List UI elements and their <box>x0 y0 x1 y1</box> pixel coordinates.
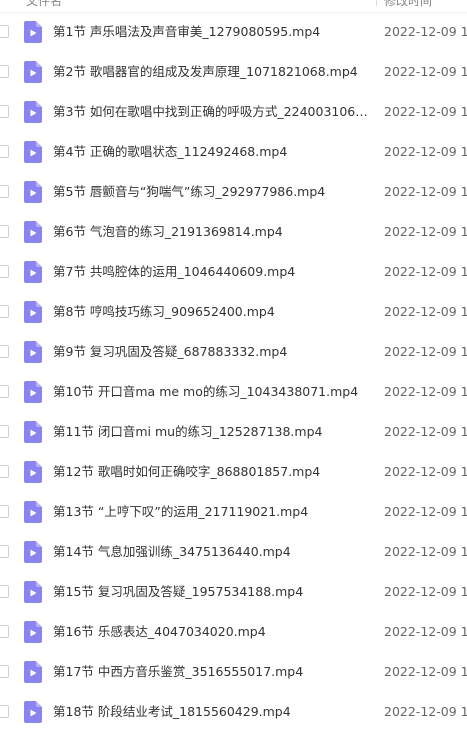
file-modified-date: 2022-12-09 10 <box>384 624 467 639</box>
video-file-icon <box>24 381 42 403</box>
file-row[interactable]: 第13节 “上哼下叹”的运用_217119021.mp4 2022-12-09 1… <box>0 492 467 532</box>
video-file-icon <box>24 541 42 563</box>
file-row[interactable]: 第12节 歌唱时如何正确咬字_868801857.mp4 2022-12-09 1… <box>0 452 467 492</box>
file-name[interactable]: 第17节 中西方音乐鉴赏_3516555017.mp4 <box>53 664 371 680</box>
file-name[interactable]: 第2节 歌唱器官的组成及发声原理_1071821068.mp4 <box>53 64 371 80</box>
video-file-icon <box>24 701 42 723</box>
row-checkbox[interactable] <box>0 505 9 518</box>
row-checkbox[interactable] <box>0 545 9 558</box>
file-list: 第1节 声乐唱法及声音审美_1279080595.mp4 2022-12-09 1… <box>0 12 467 732</box>
file-modified-date: 2022-12-09 10 <box>384 704 467 719</box>
file-row[interactable]: 第5节 唇颤音与“狗喘气”练习_292977986.mp4 2022-12-09 … <box>0 172 467 212</box>
column-header-name[interactable]: 文件名 <box>26 0 62 9</box>
file-name[interactable]: 第13节 “上哼下叹”的运用_217119021.mp4 <box>53 504 371 520</box>
video-file-icon <box>24 461 42 483</box>
column-header-modified[interactable]: 修改时间 <box>384 0 432 9</box>
video-file-icon <box>24 301 42 323</box>
row-checkbox[interactable] <box>0 145 9 158</box>
file-name[interactable]: 第15节 复习巩固及答疑_1957534188.mp4 <box>53 584 371 600</box>
file-modified-date: 2022-12-09 10 <box>384 144 467 159</box>
file-row[interactable]: 第2节 歌唱器官的组成及发声原理_1071821068.mp4 2022-12-0… <box>0 52 467 92</box>
row-checkbox[interactable] <box>0 25 9 38</box>
row-checkbox[interactable] <box>0 185 9 198</box>
video-file-icon <box>24 501 42 523</box>
file-name[interactable]: 第14节 气息加强训练_3475136440.mp4 <box>53 544 371 560</box>
row-checkbox[interactable] <box>0 305 9 318</box>
file-modified-date: 2022-12-09 10 <box>384 424 467 439</box>
file-row[interactable]: 第1节 声乐唱法及声音审美_1279080595.mp4 2022-12-09 1… <box>0 12 467 52</box>
row-checkbox[interactable] <box>0 665 9 678</box>
file-name[interactable]: 第11节 闭口音mi mu的练习_125287138.mp4 <box>53 424 371 440</box>
file-row[interactable]: 第18节 阶段结业考试_1815560429.mp4 2022-12-09 10 <box>0 692 467 732</box>
file-name[interactable]: 第1节 声乐唱法及声音审美_1279080595.mp4 <box>53 24 371 40</box>
file-modified-date: 2022-12-09 10 <box>384 664 467 679</box>
video-file-icon <box>24 261 42 283</box>
file-name[interactable]: 第18节 阶段结业考试_1815560429.mp4 <box>53 704 371 720</box>
row-checkbox[interactable] <box>0 465 9 478</box>
file-row[interactable]: 第3节 如何在歌唱中找到正确的呼吸方式_2240031067.m... 2022-… <box>0 92 467 132</box>
file-row[interactable]: 第10节 开口音ma me mo的练习_1043438071.mp4 2022-1… <box>0 372 467 412</box>
file-modified-date: 2022-12-09 10 <box>384 104 467 119</box>
file-modified-date: 2022-12-09 10 <box>384 224 467 239</box>
file-row[interactable]: 第7节 共鸣腔体的运用_1046440609.mp4 2022-12-09 10 <box>0 252 467 292</box>
file-row[interactable]: 第15节 复习巩固及答疑_1957534188.mp4 2022-12-09 10 <box>0 572 467 612</box>
video-file-icon <box>24 581 42 603</box>
file-row[interactable]: 第4节 正确的歌唱状态_112492468.mp4 2022-12-09 10 <box>0 132 467 172</box>
file-row[interactable]: 第6节 气泡音的练习_2191369814.mp4 2022-12-09 10 <box>0 212 467 252</box>
video-file-icon <box>24 101 42 123</box>
video-file-icon <box>24 21 42 43</box>
file-name[interactable]: 第10节 开口音ma me mo的练习_1043438071.mp4 <box>53 384 371 400</box>
video-file-icon <box>24 61 42 83</box>
file-row[interactable]: 第9节 复习巩固及答疑_687883332.mp4 2022-12-09 10 <box>0 332 467 372</box>
row-checkbox[interactable] <box>0 105 9 118</box>
video-file-icon <box>24 141 42 163</box>
row-checkbox[interactable] <box>0 385 9 398</box>
file-modified-date: 2022-12-09 10 <box>384 464 467 479</box>
file-name[interactable]: 第9节 复习巩固及答疑_687883332.mp4 <box>53 344 371 360</box>
file-name[interactable]: 第16节 乐感表达_4047034020.mp4 <box>53 624 371 640</box>
file-name[interactable]: 第8节 哼鸣技巧练习_909652400.mp4 <box>53 304 371 320</box>
row-checkbox[interactable] <box>0 265 9 278</box>
file-modified-date: 2022-12-09 10 <box>384 504 467 519</box>
file-modified-date: 2022-12-09 10 <box>384 184 467 199</box>
video-file-icon <box>24 221 42 243</box>
video-file-icon <box>24 621 42 643</box>
file-name[interactable]: 第6节 气泡音的练习_2191369814.mp4 <box>53 224 371 240</box>
file-modified-date: 2022-12-09 10 <box>384 264 467 279</box>
file-name[interactable]: 第3节 如何在歌唱中找到正确的呼吸方式_2240031067.m... <box>53 104 371 120</box>
file-modified-date: 2022-12-09 10 <box>384 544 467 559</box>
file-modified-date: 2022-12-09 10 <box>384 24 467 39</box>
row-checkbox[interactable] <box>0 345 9 358</box>
column-divider[interactable] <box>376 0 377 6</box>
file-name[interactable]: 第12节 歌唱时如何正确咬字_868801857.mp4 <box>53 464 371 480</box>
file-modified-date: 2022-12-09 10 <box>384 384 467 399</box>
row-checkbox[interactable] <box>0 225 9 238</box>
file-row[interactable]: 第14节 气息加强训练_3475136440.mp4 2022-12-09 10 <box>0 532 467 572</box>
file-row[interactable]: 第11节 闭口音mi mu的练习_125287138.mp4 2022-12-09… <box>0 412 467 452</box>
file-name[interactable]: 第5节 唇颤音与“狗喘气”练习_292977986.mp4 <box>53 184 371 200</box>
video-file-icon <box>24 421 42 443</box>
row-checkbox[interactable] <box>0 585 9 598</box>
video-file-icon <box>24 181 42 203</box>
row-checkbox[interactable] <box>0 65 9 78</box>
file-modified-date: 2022-12-09 10 <box>384 304 467 319</box>
file-row[interactable]: 第8节 哼鸣技巧练习_909652400.mp4 2022-12-09 10 <box>0 292 467 332</box>
video-file-icon <box>24 661 42 683</box>
file-name[interactable]: 第4节 正确的歌唱状态_112492468.mp4 <box>53 144 371 160</box>
file-modified-date: 2022-12-09 10 <box>384 344 467 359</box>
row-checkbox[interactable] <box>0 625 9 638</box>
row-checkbox[interactable] <box>0 705 9 718</box>
video-file-icon <box>24 341 42 363</box>
file-modified-date: 2022-12-09 10 <box>384 584 467 599</box>
file-name[interactable]: 第7节 共鸣腔体的运用_1046440609.mp4 <box>53 264 371 280</box>
file-modified-date: 2022-12-09 10 <box>384 64 467 79</box>
file-row[interactable]: 第17节 中西方音乐鉴赏_3516555017.mp4 2022-12-09 10 <box>0 652 467 692</box>
file-row[interactable]: 第16节 乐感表达_4047034020.mp4 2022-12-09 10 <box>0 612 467 652</box>
row-checkbox[interactable] <box>0 425 9 438</box>
